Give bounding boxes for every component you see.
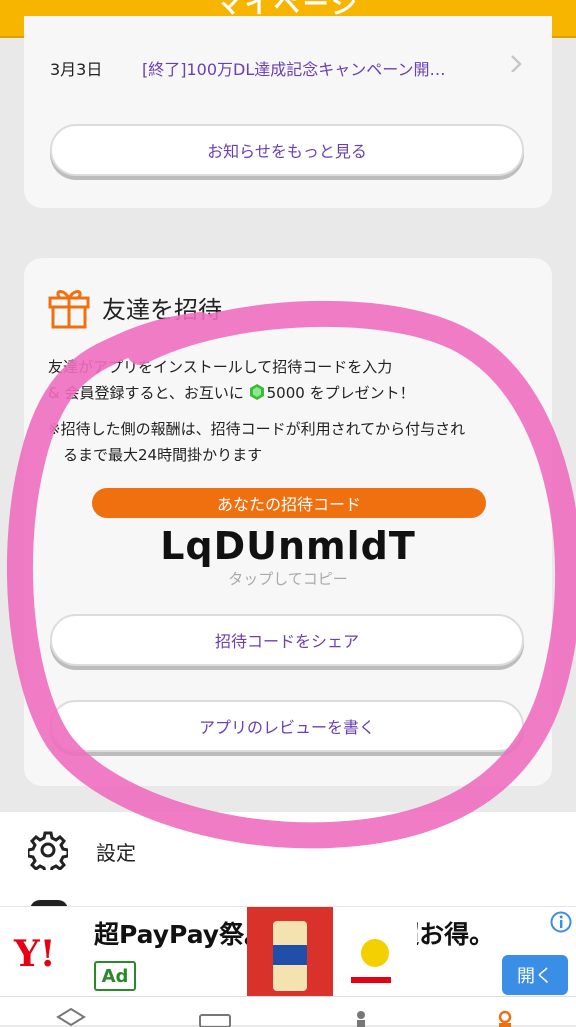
invite-description: 友達がアプリをインストールして招待コードを入力 & 会員登録すると、お互いに 5… [48,354,534,406]
note-line-2: るまで最大24時間掛かります [48,446,263,464]
news-title: [終了]100万DL達成記念キャンペーン開… [142,60,446,79]
chevron-right-icon [511,55,522,72]
bottom-tab-bar [0,996,576,1027]
invite-code-badge: あなたの招待コード [92,488,486,518]
invite-card: 友達を招待 友達がアプリをインストールして招待コードを入力 & 会員登録すると、… [24,258,552,786]
person-icon[interactable] [344,1007,378,1027]
mypage-icon[interactable] [488,1007,522,1027]
gem-icon [249,384,264,400]
description-line-2b: 5000 をプレゼント！ [266,384,415,402]
description-line-2a: & 会員登録すると、お互いに [48,384,249,402]
invite-code[interactable]: LqDUnmldT [24,524,552,568]
news-card: 3月3日 [終了]100万DL達成記念キャンペーン開… お知らせをもっと見る [24,16,552,208]
invite-title: 友達を招待 [102,296,222,324]
ad-tag: Ad [94,961,136,991]
ad-open-button[interactable]: 開く [502,955,568,995]
more-news-button[interactable]: お知らせをもっと見る [50,124,524,176]
info-icon[interactable] [550,911,572,933]
settings-row[interactable]: 設定 [0,812,576,910]
box-icon[interactable] [54,1007,88,1027]
gift-icon [48,290,90,329]
news-date: 3月3日 [50,60,103,79]
yahoo-logo: Y! [14,933,56,975]
description-line-1: 友達がアプリをインストールして招待コードを入力 [48,358,393,376]
invite-note: ※招待した側の報酬は、招待コードが利用されてから付与され るまで最大24時間掛か… [48,416,534,468]
share-code-button[interactable]: 招待コードをシェア [50,614,524,666]
card-icon[interactable] [198,1007,232,1027]
note-line-1: ※招待した側の報酬は、招待コードが利用されてから付与され [48,420,466,438]
write-review-button[interactable]: アプリのレビューを書く [50,700,524,752]
settings-label: 設定 [96,841,136,865]
copy-hint: タップしてコピー [228,570,348,588]
ad-banner[interactable]: Y! 超PayPay祭。人気商品も超お得。 Ad 開く [0,906,576,997]
gear-icon [28,831,68,870]
news-item[interactable]: 3月3日 [終了]100万DL達成記念キャンペーン開… [50,55,530,80]
ad-product-image [247,907,417,997]
description-line-2: & 会員登録すると、お互いに 5000 をプレゼント！ [48,380,534,406]
